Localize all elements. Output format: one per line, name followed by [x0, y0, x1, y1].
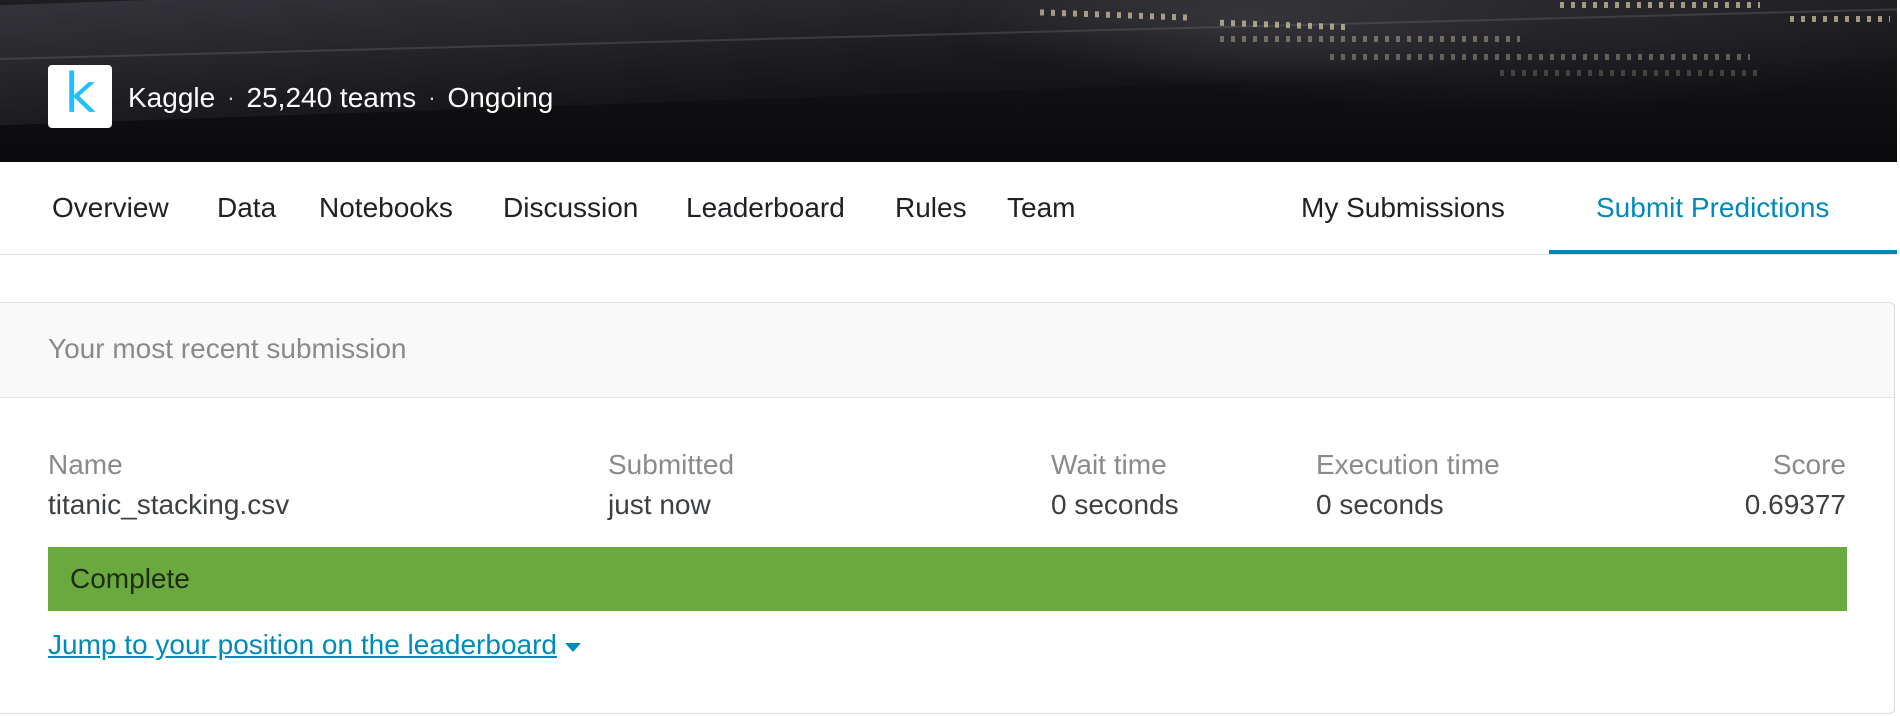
meta-separator: ·: [428, 85, 436, 110]
banner-ship-windows: [1220, 36, 1520, 42]
tab-data[interactable]: Data: [217, 162, 276, 254]
jump-to-leaderboard-link[interactable]: Jump to your position on the leaderboard: [48, 629, 581, 661]
competition-meta: Kaggle · 25,240 teams · Ongoing: [128, 80, 553, 116]
banner-ship-windows: [1790, 16, 1890, 22]
status-label: Complete: [70, 563, 190, 594]
recent-submission-card: Your most recent submission Name Submitt…: [0, 302, 1895, 714]
tab-rules[interactable]: Rules: [895, 162, 967, 254]
meta-separator: ·: [227, 85, 235, 110]
card-header: Your most recent submission: [0, 303, 1894, 398]
tab-team[interactable]: Team: [1007, 162, 1075, 254]
wait-time-column-label: Wait time: [1051, 449, 1167, 480]
banner-ship-windows: [1500, 70, 1760, 76]
score-column-label: Score: [1772, 449, 1846, 480]
submitted-time: just now: [608, 489, 711, 520]
tab-leaderboard[interactable]: Leaderboard: [686, 162, 845, 254]
jump-link-label: Jump to your position on the leaderboard: [48, 629, 557, 660]
submission-file-name: titanic_stacking.csv: [48, 489, 290, 520]
competition-status: Ongoing: [447, 82, 554, 113]
wait-time-value: 0 seconds: [1051, 489, 1179, 520]
tab-submit-predictions[interactable]: Submit Predictions: [1596, 162, 1829, 254]
tab-overview[interactable]: Overview: [52, 162, 169, 254]
host-name[interactable]: Kaggle: [128, 82, 215, 114]
tab-discussion[interactable]: Discussion: [503, 162, 638, 254]
competition-tabs: Overview Data Notebooks Discussion Leade…: [0, 162, 1897, 255]
banner-ship-windows: [1560, 2, 1760, 8]
tab-my-submissions[interactable]: My Submissions: [1301, 162, 1505, 254]
submitted-column-label: Submitted: [608, 449, 735, 480]
tab-notebooks[interactable]: Notebooks: [319, 162, 453, 254]
caret-down-icon: [565, 642, 581, 652]
competition-header-banner: k Kaggle · 25,240 teams · Ongoing: [0, 0, 1897, 162]
active-tab-indicator: [1549, 250, 1897, 254]
team-count: 25,240 teams: [246, 82, 417, 113]
kaggle-logo-letter: k: [64, 61, 96, 125]
section-title: Your most recent submission: [48, 333, 407, 364]
status-complete-bar: Complete: [48, 547, 1847, 611]
execution-time-value: 0 seconds: [1316, 489, 1444, 520]
banner-ship-windows: [1330, 54, 1750, 60]
kaggle-logo[interactable]: k: [48, 65, 112, 128]
score-value: 0.69377: [1744, 489, 1846, 520]
execution-time-column-label: Execution time: [1316, 449, 1500, 480]
name-column-label: Name: [48, 449, 123, 480]
